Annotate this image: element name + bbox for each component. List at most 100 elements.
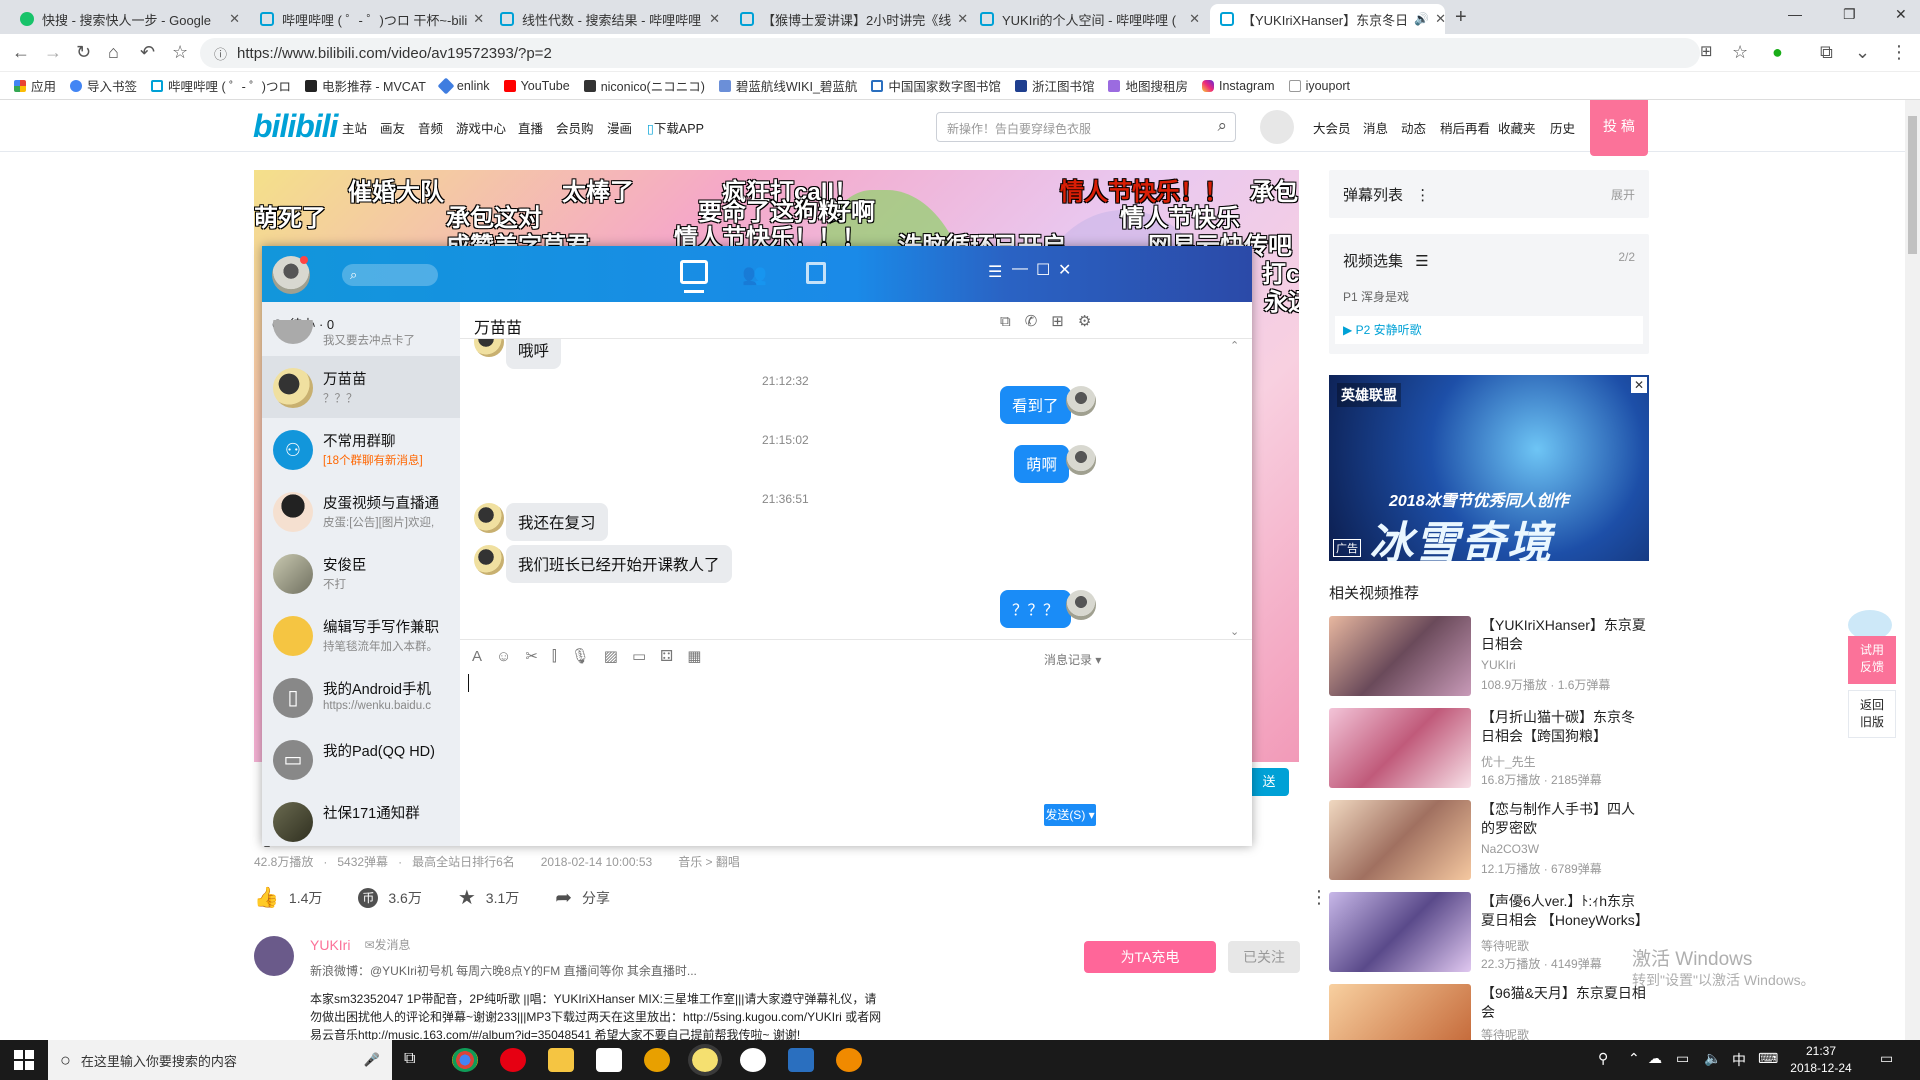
close-icon[interactable]: ✕	[1058, 260, 1071, 280]
network-icon[interactable]: ▭	[1676, 1050, 1689, 1067]
settings-icon[interactable]: ⚙	[1078, 312, 1091, 330]
file-explorer-icon[interactable]	[548, 1048, 574, 1072]
tab-linear-algebra[interactable]: 【猴博士爱讲课】2小时讲完《线 ✕	[730, 4, 970, 34]
new-tab-button[interactable]: +	[1455, 6, 1467, 29]
keyboard-icon[interactable]: ⌨	[1758, 1050, 1778, 1067]
send-button[interactable]: 发送(S) ▾	[1044, 804, 1096, 826]
uploader-name[interactable]: YUKIri	[310, 937, 350, 953]
related-video[interactable]: 【96猫&天月】东京夏日相会 等待呢歌	[1329, 984, 1649, 1040]
contact-item[interactable]: 皮蛋视频与直播通 皮蛋:[公告][图片]欢迎,	[262, 480, 460, 542]
related-video[interactable]: 【月折山猫十碳】东京冬日相会【跨国狗粮】 优十_先生 16.8万播放 · 218…	[1329, 708, 1649, 790]
voice-icon[interactable]: 🎙	[571, 647, 590, 665]
people-icon[interactable]: ⚲	[1598, 1050, 1608, 1067]
bookmark-item[interactable]: niconico(ニコニコ)	[583, 76, 705, 95]
contact-item[interactable]: 社保171通知群	[262, 790, 460, 846]
clock[interactable]: 21:37 2018-12-24	[1786, 1043, 1856, 1077]
bookmark-item[interactable]: 浙江图书馆	[1014, 76, 1094, 95]
scroll-up-arrow-icon[interactable]: ⌃	[1230, 339, 1239, 352]
scrollbar-thumb[interactable]	[1908, 116, 1917, 254]
image-icon[interactable]: ▨	[604, 647, 618, 665]
close-tab-icon[interactable]: ✕	[951, 11, 968, 27]
expand-link[interactable]: 展开	[1611, 186, 1635, 203]
nav-dynamic[interactable]: 动态	[1401, 118, 1426, 137]
message-input[interactable]	[460, 674, 1252, 794]
message-list[interactable]: 哦呼 21:12:32 看到了 21:15:02 萌啊 21:36:51 我还在…	[460, 339, 1252, 639]
app-icon[interactable]	[644, 1048, 670, 1072]
charge-button[interactable]: 为TA充电	[1084, 941, 1216, 973]
bookmark-item[interactable]: 中国国家数字图书馆	[871, 76, 1001, 95]
close-ad-icon[interactable]: ✕	[1631, 377, 1647, 393]
send-message-link[interactable]: ✉发消息	[364, 936, 410, 953]
close-tab-icon[interactable]: ✕	[1183, 11, 1200, 27]
start-button-icon[interactable]	[14, 1050, 34, 1070]
bookmark-item[interactable]: 碧蓝航线WIKI_碧蓝航	[718, 76, 857, 95]
space-tab-icon[interactable]	[806, 262, 826, 284]
related-video[interactable]: 【YUKIriXHanser】东京夏日相会 YUKIri 108.9万播放 · …	[1329, 616, 1649, 698]
history-link[interactable]: 消息记录 ▾	[1044, 651, 1101, 668]
tab-current-video[interactable]: 【YUKIriXHanser】东京冬日 🔊 ✕	[1210, 4, 1445, 34]
search-input[interactable]: 新操作！告白要穿绿色衣服 ⌕	[936, 112, 1236, 142]
tab-bilibili-home[interactable]: 哔哩哔哩 ( ゜- ゜)つロ 干杯~-bili ✕	[250, 4, 490, 34]
nav-painter[interactable]: 画友	[380, 118, 405, 137]
avatar[interactable]	[1260, 110, 1294, 144]
contact-item[interactable]: 编辑写手写作兼职 持笔毯流年加入本群。	[262, 604, 460, 666]
tab-google[interactable]: 快搜 - 搜索快人一步 - Google ✕	[10, 4, 250, 34]
crop-icon[interactable]: ⧉	[1820, 42, 1833, 63]
volume-icon[interactable]: 🔈	[1704, 1050, 1721, 1067]
home-icon[interactable]: ⌂	[108, 42, 119, 63]
onedrive-icon[interactable]: ☁	[1648, 1050, 1662, 1067]
coin-button[interactable]: 币 3.6万	[358, 887, 422, 908]
contact-item[interactable]: ▯ 我的Android手机 https://wenku.baidu.c	[262, 666, 460, 728]
mail-app-icon[interactable]	[596, 1048, 622, 1072]
nav-main[interactable]: 主站	[342, 118, 367, 137]
tab-search-results[interactable]: 线性代数 - 搜索结果 - 哔哩哔哩 ✕	[490, 4, 730, 34]
close-tab-icon[interactable]: ✕	[223, 11, 240, 27]
apps-icon[interactable]: ⚃	[660, 647, 673, 665]
bilibili-logo[interactable]: bilibili	[253, 108, 338, 145]
close-tab-icon[interactable]: ✕	[467, 11, 484, 27]
close-window-button[interactable]: ✕	[1895, 6, 1907, 23]
close-tab-icon[interactable]: ✕	[703, 11, 720, 27]
nav-download-app[interactable]: ▯下载APP	[647, 118, 704, 137]
netease-music-icon[interactable]	[500, 1048, 526, 1072]
chrome-app-icon[interactable]	[452, 1048, 478, 1072]
bookmark-item[interactable]: 地图搜租房	[1108, 76, 1188, 95]
nav-manga[interactable]: 漫画	[607, 118, 632, 137]
nav-game[interactable]: 游戏中心	[456, 118, 506, 137]
microphone-icon[interactable]: 🎤	[364, 1052, 380, 1068]
audio-playing-icon[interactable]: 🔊	[1414, 12, 1429, 26]
forward-arrow-icon[interactable]: →	[44, 42, 62, 63]
bookmark-item[interactable]: iyouport	[1288, 79, 1350, 93]
qq-search-input[interactable]: ⌕	[342, 264, 438, 286]
app-icon[interactable]	[740, 1048, 766, 1072]
reload-icon[interactable]: ↻	[76, 42, 91, 63]
tray-chevron-icon[interactable]: ⌃	[1628, 1050, 1640, 1067]
folder-icon[interactable]: ▭	[632, 647, 646, 665]
nav-vip[interactable]: 大会员	[1313, 118, 1351, 137]
danmaku-list-panel[interactable]: 弹幕列表 ⋮ 展开	[1329, 170, 1649, 218]
app-icon[interactable]	[788, 1048, 814, 1072]
minimize-button[interactable]: —	[1788, 6, 1802, 22]
emoji-icon[interactable]: ☺	[496, 648, 511, 665]
dropdown-icon[interactable]: ⌄	[1855, 42, 1870, 63]
phone-call-icon[interactable]: ✆	[1025, 312, 1038, 330]
app-icon[interactable]	[836, 1048, 862, 1072]
bookmark-item[interactable]: YouTube	[503, 79, 570, 93]
bookmark-item[interactable]: 哔哩哔哩 ( ゜- ゜)つロ	[151, 76, 291, 95]
search-icon[interactable]: ⌕	[1217, 116, 1227, 136]
upload-button[interactable]: 投 稿	[1590, 100, 1648, 156]
star-icon[interactable]: ☆	[1732, 42, 1748, 63]
bookmark-item[interactable]: 导入书签	[70, 76, 137, 95]
uploader-avatar[interactable]	[254, 936, 294, 976]
task-view-icon[interactable]: ⧉	[404, 1050, 415, 1068]
screen-share-icon[interactable]: ⧉	[1000, 313, 1011, 330]
taskbar-search-input[interactable]: ○ 在这里输入你要搜索的内容 🎤	[48, 1040, 392, 1080]
like-button[interactable]: 👍 1.4万	[254, 885, 322, 910]
menu-icon[interactable]: ☰	[988, 262, 1002, 282]
undo-icon[interactable]: ↶	[140, 42, 155, 63]
calendar-icon[interactable]: ▦	[687, 647, 701, 665]
old-version-button[interactable]: 返回 旧版	[1848, 690, 1896, 738]
feedback-button[interactable]: 试用 反馈	[1848, 636, 1896, 684]
ad-banner[interactable]: 英雄联盟 ✕ 2018冰雪节优秀同人创作 冰雪奇境 广告	[1329, 375, 1649, 561]
bookmark-item[interactable]: 应用	[14, 76, 56, 95]
